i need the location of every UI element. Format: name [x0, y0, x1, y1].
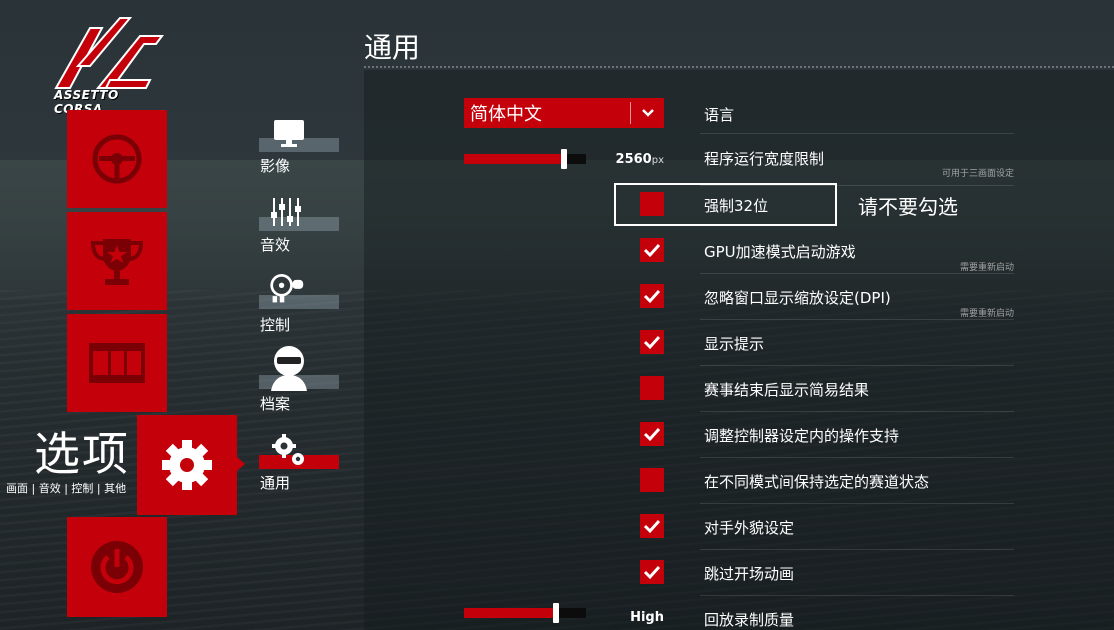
setting-label: 对手外貌设定 [704, 519, 795, 537]
checkmark-icon [643, 519, 661, 534]
setting-label: 在不同模式间保持选定的赛道状态 [704, 473, 930, 491]
skip-intro-checkbox[interactable] [640, 560, 664, 584]
subnav-label: 音效 [260, 236, 291, 254]
driver-helmet-icon [269, 345, 309, 391]
title-divider [364, 66, 1114, 68]
replay-quality-slider[interactable] [464, 603, 586, 623]
highlight-box [614, 183, 837, 226]
controller-support-checkbox[interactable] [640, 422, 664, 446]
gpu-accel-checkbox[interactable] [640, 238, 664, 262]
setting-label: 语言 [704, 106, 735, 124]
render-width-slider[interactable] [464, 149, 586, 169]
setting-row-skip-intro: 跳过开场动画 [464, 550, 1014, 596]
nav-exit-tile[interactable] [67, 517, 167, 617]
nav-replay-tile[interactable] [67, 314, 167, 412]
setting-row-language: 简体中文 语言 [464, 96, 1014, 142]
ignore-dpi-checkbox[interactable] [640, 284, 664, 308]
nav-drive-tile[interactable] [67, 110, 167, 208]
checkmark-icon [643, 427, 661, 442]
slider-fill [464, 154, 565, 164]
setting-row-simple-results: 赛事结束后显示简易结果 [464, 366, 1014, 412]
slider-fill [464, 608, 556, 618]
setting-row-replay-quality: High 回放录制质量 [464, 596, 1014, 630]
subnav-audio[interactable]: 音效 [259, 193, 339, 263]
section-subtitle: 画面 | 音效 | 控制 | 其他 [6, 482, 127, 495]
simple-results-checkbox[interactable] [640, 376, 664, 400]
setting-label: 调整控制器设定内的操作支持 [704, 427, 900, 445]
setting-row-ignore-dpi: 忽略窗口显示缩放设定(DPI) 需要重新启动 [464, 274, 1014, 320]
slider-thumb[interactable] [561, 149, 568, 169]
trophy-icon [90, 239, 144, 285]
opponent-skins-checkbox[interactable] [640, 514, 664, 538]
slider-thumb[interactable] [552, 603, 559, 623]
row-divider [700, 133, 1014, 134]
subnav-label: 通用 [260, 474, 291, 492]
replay-quality-value: High [630, 610, 664, 625]
checkmark-icon [643, 243, 661, 258]
subnav-label: 档案 [260, 395, 291, 413]
setting-row-show-hints: 显示提示 [464, 320, 1014, 366]
keep-track-state-checkbox[interactable] [640, 468, 664, 492]
controls-icon [269, 271, 305, 305]
checkmark-icon [643, 289, 661, 304]
setting-label: 忽略窗口显示缩放设定(DPI) [704, 289, 891, 307]
render-width-value: 2560px [594, 152, 664, 167]
subnav-controls[interactable]: 控制 [259, 271, 339, 341]
setting-row-keep-track-state: 在不同模式间保持选定的赛道状态 [464, 458, 1014, 504]
page-title: 通用 [364, 31, 421, 64]
gear-icon [162, 440, 212, 490]
subnav-label: 影像 [260, 157, 291, 175]
subnav-label: 控制 [260, 316, 291, 334]
language-select[interactable]: 简体中文 [464, 98, 664, 128]
checkmark-icon [643, 335, 661, 350]
setting-note: 需要重新启动 [959, 309, 1014, 319]
render-width-number: 2560 [615, 152, 652, 167]
setting-note: 需要重新启动 [959, 263, 1014, 273]
setting-row-gpu-accel: GPU加速模式启动游戏 需要重新启动 [464, 228, 1014, 274]
subnav-profile[interactable]: 档案 [259, 345, 339, 415]
setting-label: 程序运行宽度限制 [704, 150, 825, 168]
setting-label: 回放录制质量 [704, 611, 795, 629]
setting-label: 赛事结束后显示简易结果 [704, 381, 870, 399]
chevron-down-icon[interactable] [631, 98, 664, 128]
nav-options-tile[interactable] [137, 415, 245, 515]
setting-row-opponent-skins: 对手外貌设定 [464, 504, 1014, 550]
render-width-unit: px [651, 155, 664, 166]
subnav-general[interactable]: 通用 [259, 431, 339, 501]
steering-wheel-icon [92, 134, 142, 184]
film-strip-icon [89, 343, 145, 383]
setting-label: 显示提示 [704, 335, 765, 353]
setting-label: 跳过开场动画 [704, 565, 795, 583]
show-hints-checkbox[interactable] [640, 330, 664, 354]
power-icon [91, 541, 143, 593]
annotation-text: 请不要勾选 [858, 195, 958, 219]
language-select-value: 简体中文 [470, 104, 542, 125]
subnav-video[interactable]: 影像 [259, 114, 339, 184]
setting-note: 可用于三画面设定 [941, 169, 1014, 179]
setting-row-controller-support: 调整控制器设定内的操作支持 [464, 412, 1014, 458]
setting-label: GPU加速模式启动游戏 [704, 243, 856, 261]
monitor-icon [271, 116, 307, 150]
equalizer-icon [269, 195, 305, 229]
gears-icon [271, 433, 307, 467]
nav-results-tile[interactable] [67, 212, 167, 310]
checkmark-icon [643, 565, 661, 580]
section-title: 选项 [34, 427, 130, 481]
